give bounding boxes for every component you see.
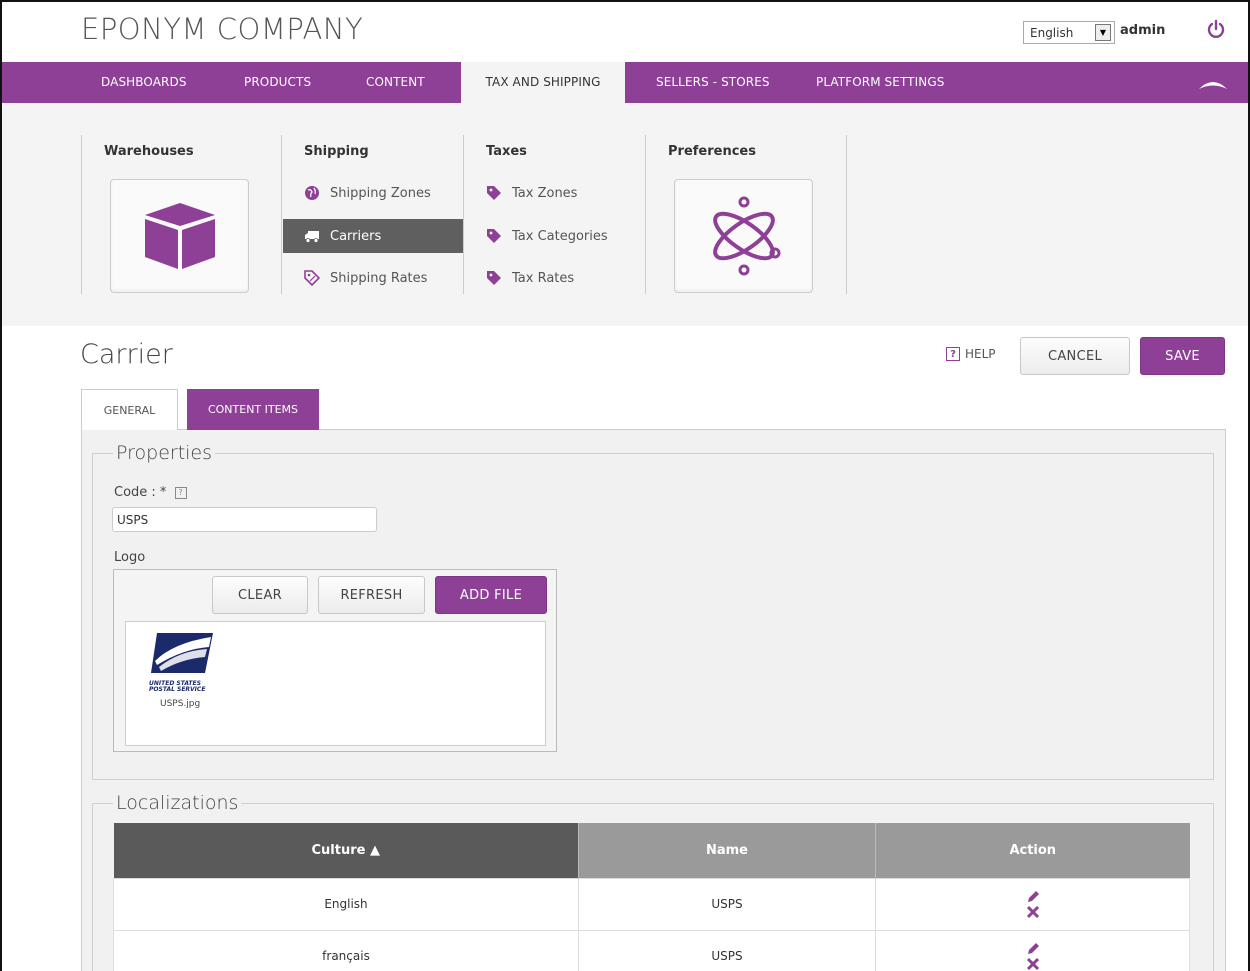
menu-carriers[interactable]: Carriers xyxy=(283,219,463,253)
column-divider xyxy=(81,135,82,294)
collapse-menu-icon[interactable] xyxy=(1198,78,1228,90)
menu-link-label: Shipping Zones xyxy=(330,185,431,201)
localizations-legend: Localizations xyxy=(116,792,239,814)
menu-tax-categories[interactable]: Tax Categories xyxy=(486,219,608,253)
menu-shipping-zones[interactable]: Shipping Zones xyxy=(283,176,463,210)
preferences-title: Preferences xyxy=(668,144,756,159)
globe-icon xyxy=(305,186,319,200)
nav-products[interactable]: PRODUCTS xyxy=(244,62,311,103)
brand-logo-text[interactable]: EPONYM COMPANY xyxy=(81,12,363,46)
tag-icon xyxy=(487,229,501,243)
language-select[interactable]: English ▼ xyxy=(1023,21,1115,44)
tab-content-items[interactable]: CONTENT ITEMS xyxy=(187,389,319,430)
nav-sellers-stores[interactable]: SELLERS - STORES xyxy=(656,62,770,103)
name-cell: USPS xyxy=(578,877,876,931)
name-cell: USPS xyxy=(578,929,876,971)
column-header-name[interactable]: Name xyxy=(578,823,876,878)
tag-icon xyxy=(487,271,501,285)
action-cell xyxy=(875,877,1190,931)
menu-link-label: Tax Rates xyxy=(512,270,575,286)
app-frame: EPONYM COMPANY English ▼ admin DASHBOARD… xyxy=(0,0,1250,971)
logo-label: Logo xyxy=(114,550,146,565)
dropdown-arrow-icon[interactable]: ▼ xyxy=(1095,24,1111,41)
atom-icon xyxy=(712,196,780,276)
add-file-button[interactable]: ADD FILE xyxy=(435,576,547,614)
menu-tax-rates[interactable]: Tax Rates xyxy=(486,261,574,295)
column-header-action: Action xyxy=(875,823,1190,878)
file-name: USPS.jpg xyxy=(160,699,201,709)
help-link[interactable]: ? HELP xyxy=(946,347,996,361)
code-label: Code : * ? xyxy=(114,485,187,500)
nav-tax-and-shipping[interactable]: TAX AND SHIPPING xyxy=(461,62,625,103)
menu-link-label: Tax Zones xyxy=(512,185,578,201)
column-divider xyxy=(846,135,847,294)
language-select-value: English xyxy=(1030,25,1074,40)
table-row: français USPS xyxy=(113,929,1190,971)
menu-link-label: Carriers xyxy=(330,228,382,244)
refresh-button[interactable]: REFRESH xyxy=(318,576,425,614)
column-divider xyxy=(645,135,646,294)
help-icon[interactable]: ? xyxy=(174,486,187,499)
main-nav: DASHBOARDS PRODUCTS CONTENT TAX AND SHIP… xyxy=(2,62,1248,103)
power-icon[interactable] xyxy=(1205,18,1227,40)
localizations-table: Culture ▲ Name Action English USPS franç… xyxy=(113,823,1190,971)
user-name[interactable]: admin xyxy=(1120,23,1165,38)
clear-button[interactable]: CLEAR xyxy=(212,576,308,614)
shipping-title: Shipping xyxy=(304,144,369,159)
warehouses-tile[interactable] xyxy=(110,179,249,293)
warehouses-title: Warehouses xyxy=(104,144,194,159)
properties-legend: Properties xyxy=(116,442,213,464)
usps-logo-image[interactable]: UNITED STATES POSTAL SERVICE xyxy=(149,631,215,693)
table-row: English USPS xyxy=(113,877,1190,931)
code-input[interactable]: USPS xyxy=(112,507,377,532)
delete-icon[interactable] xyxy=(1026,957,1040,971)
culture-cell: français xyxy=(113,929,579,971)
menu-tax-zones[interactable]: Tax Zones xyxy=(486,176,577,210)
nav-content[interactable]: CONTENT xyxy=(366,62,425,103)
nav-platform-settings[interactable]: PLATFORM SETTINGS xyxy=(816,62,944,103)
usps-logo-text: UNITED STATES POSTAL SERVICE xyxy=(149,680,206,693)
menu-shipping-rates[interactable]: Shipping Rates xyxy=(283,261,463,295)
help-label: HELP xyxy=(965,347,996,361)
cancel-button[interactable]: CANCEL xyxy=(1020,337,1130,375)
truck-icon xyxy=(305,231,319,243)
page-title: Carrier xyxy=(80,339,173,370)
edit-icon[interactable] xyxy=(1025,889,1041,905)
code-label-text: Code : * xyxy=(114,485,167,500)
menu-link-label: Tax Categories xyxy=(512,228,608,244)
menu-link-label: Shipping Rates xyxy=(330,270,428,286)
culture-cell: English xyxy=(113,877,579,931)
taxes-title: Taxes xyxy=(486,144,527,159)
column-header-culture[interactable]: Culture ▲ xyxy=(113,823,579,878)
delete-icon[interactable] xyxy=(1026,905,1040,919)
column-divider xyxy=(463,135,464,294)
save-button[interactable]: SAVE xyxy=(1140,337,1225,375)
column-divider xyxy=(281,135,282,294)
nav-dashboards[interactable]: DASHBOARDS xyxy=(101,62,187,103)
eagle-icon xyxy=(151,633,213,673)
tag-icon xyxy=(304,270,320,286)
edit-icon[interactable] xyxy=(1025,941,1041,957)
help-icon: ? xyxy=(946,347,960,361)
tab-general[interactable]: GENERAL xyxy=(81,389,178,430)
tag-icon xyxy=(487,186,501,200)
action-cell xyxy=(875,929,1190,971)
box-icon xyxy=(144,203,215,269)
preferences-tile[interactable] xyxy=(674,179,813,293)
